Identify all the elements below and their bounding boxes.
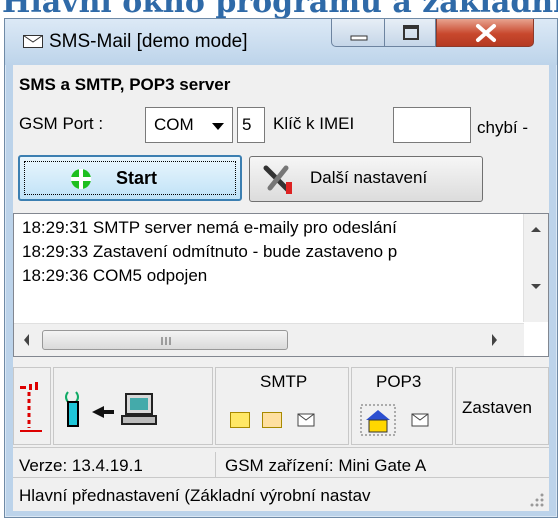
more-settings-button[interactable]: Další nastavení (249, 156, 483, 202)
server-state-label: Zastaven (462, 398, 532, 417)
connection-panel (53, 367, 213, 445)
smtp-label: SMTP (260, 372, 308, 391)
pop3-label: POP3 (376, 372, 422, 391)
start-label: Start (116, 168, 158, 188)
minimize-icon (350, 35, 368, 41)
background-page-heading: Hlavní okno programu a základní (2, 0, 558, 20)
scroll-thumb[interactable] (42, 330, 288, 350)
imei-key-label: Klíč k IMEI (273, 114, 355, 133)
close-icon (476, 24, 496, 42)
log-line: 18:29:31 SMTP server nemá e-maily pro od… (22, 218, 397, 237)
scroll-arrows-icon (531, 227, 541, 289)
port-number-value: 5 (242, 115, 252, 134)
mailbox-home-icon (360, 404, 396, 436)
log-line: 18:29:33 Zastavení odmítnuto - bude zast… (22, 242, 398, 261)
phone-link-computer-icon (65, 391, 157, 427)
title-bar[interactable]: SMS-Mail [demo mode] (5, 19, 557, 65)
sms-mail-window: SMS-Mail [demo mode] SMS a SMTP, POP3 se… (4, 18, 558, 518)
minimize-button[interactable] (331, 19, 385, 47)
resize-grip-icon[interactable] (529, 492, 545, 508)
folder-icon (230, 412, 250, 428)
clock-folder-icon (262, 412, 282, 428)
client-area: SMS a SMTP, POP3 server GSM Port : COM 5… (13, 65, 549, 511)
log-line: 18:29:36 COM5 odpojen (22, 266, 208, 285)
more-settings-label: Další nastavení (310, 168, 428, 187)
gsm-port-label: GSM Port : (19, 114, 104, 133)
preset-status-bar: Hlavní přednastavení (Základní výrobní n… (13, 477, 549, 511)
server-state-panel: Zastaven (455, 367, 549, 445)
antenna-signal-icon (20, 382, 42, 432)
start-button[interactable]: Start (18, 155, 242, 201)
gsm-device-text: GSM zařízení: Mini Gate A (225, 456, 427, 475)
log-list[interactable]: 18:29:31 SMTP server nemá e-maily pro od… (13, 213, 549, 357)
pop3-panel: POP3 (351, 367, 453, 445)
maximize-icon (403, 25, 419, 40)
missing-label: chybí - (477, 118, 529, 137)
envelope-icon (23, 35, 43, 48)
server-header: SMS a SMTP, POP3 server (19, 75, 231, 94)
imei-key-field[interactable] (393, 107, 471, 143)
com-port-select[interactable]: COM (145, 107, 233, 143)
mail-queue-icon (297, 413, 315, 427)
com-port-value: COM (154, 115, 194, 134)
horizontal-scrollbar[interactable] (14, 323, 524, 356)
maximize-button[interactable] (384, 19, 436, 47)
grip-icon (161, 337, 171, 345)
window-title: SMS-Mail [demo mode] (49, 31, 248, 52)
vertical-scrollbar[interactable] (523, 214, 548, 322)
port-number-field[interactable]: 5 (237, 107, 265, 143)
preset-text: Hlavní přednastavení (Základní výrobní n… (19, 486, 371, 505)
signal-panel (13, 367, 51, 445)
settings-tools-icon (263, 165, 292, 194)
chevron-down-icon (212, 123, 224, 130)
smtp-panel: SMTP (215, 367, 349, 445)
start-icon (71, 169, 91, 189)
version-text: Verze: 13.4.19.1 (19, 456, 143, 475)
close-button[interactable] (436, 19, 534, 47)
mail-icon (411, 413, 429, 427)
